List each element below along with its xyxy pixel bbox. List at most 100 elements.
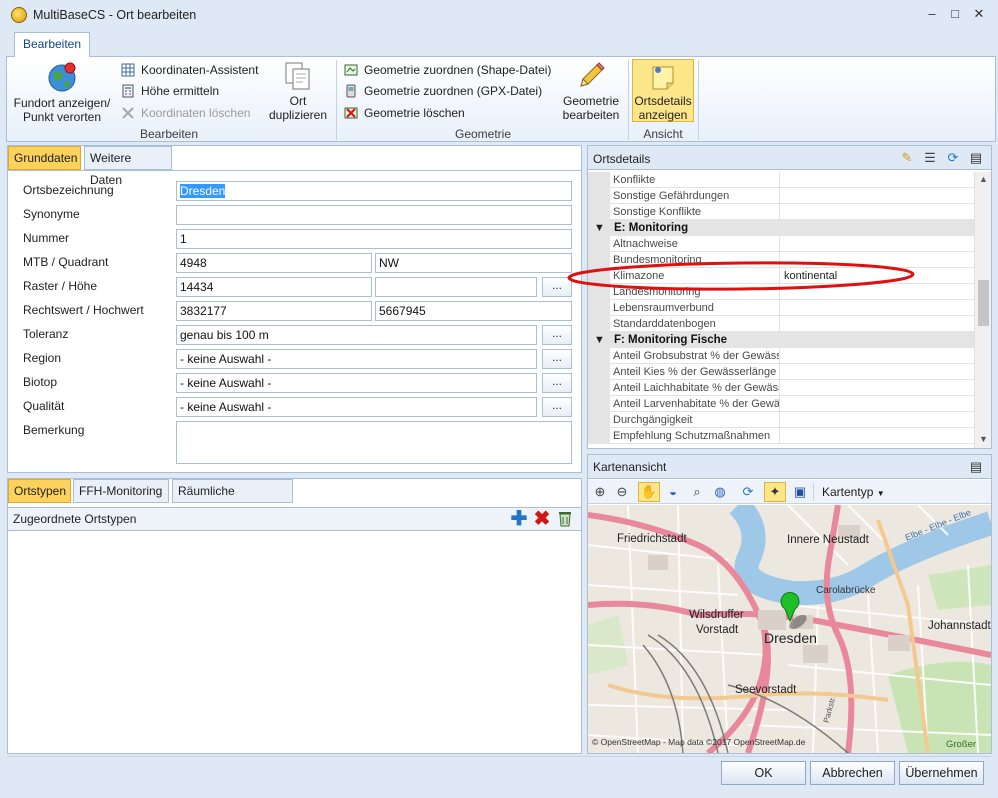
tab-weitere-daten[interactable]: Weitere Daten xyxy=(84,146,172,187)
scroll-up-icon[interactable]: ▲ xyxy=(979,174,988,184)
minimize-button[interactable]: – xyxy=(924,6,940,22)
zoom-extent-icon[interactable]: ◒ xyxy=(664,483,682,501)
property-row[interactable]: Anteil Laichhabitate % der Gewässe xyxy=(588,380,974,396)
property-name: Konflikte xyxy=(610,172,780,188)
refresh-icon[interactable]: ⟳ xyxy=(944,149,962,167)
uebernehmen-button[interactable]: Übernehmen xyxy=(899,761,984,785)
property-value[interactable] xyxy=(780,364,974,380)
raster-field[interactable]: 14434 xyxy=(176,277,372,297)
nummer-field[interactable]: 1 xyxy=(176,229,572,249)
property-row[interactable]: Sonstige Gefährdungen xyxy=(588,188,974,204)
geometrie-bearbeiten-button[interactable]: Geometrie bearbeiten xyxy=(558,60,624,122)
tab-raeumliche-einheiten[interactable]: Räumliche Einheiten xyxy=(172,479,293,520)
property-row[interactable]: Standarddatenbogen xyxy=(588,316,974,332)
row-gutter xyxy=(588,412,610,428)
property-category[interactable]: F: Monitoring Fische ▼ xyxy=(588,332,974,348)
globe-view-icon[interactable]: ◍ xyxy=(711,483,729,501)
property-value[interactable] xyxy=(780,172,974,188)
property-value[interactable] xyxy=(780,348,974,364)
region-browse-button[interactable]: ... xyxy=(542,349,572,369)
edit-pencil-icon[interactable]: ✎ xyxy=(898,149,916,167)
list-document-icon[interactable]: ☰ xyxy=(921,149,939,167)
property-row[interactable]: Durchgängigkeit xyxy=(588,412,974,428)
expand-toggle-icon[interactable]: ▼ xyxy=(594,332,605,348)
ok-button[interactable]: OK xyxy=(721,761,806,785)
tab-bearbeiten[interactable]: Bearbeiten xyxy=(14,32,90,57)
ortsbezeichnung-field[interactable]: Dresden xyxy=(176,181,572,201)
zoom-in-icon[interactable]: ⊕ xyxy=(591,483,609,501)
property-grid-scrollbar[interactable]: ▲ ▼ xyxy=(974,172,991,448)
qualitaet-browse-button[interactable]: ... xyxy=(542,397,572,417)
save-map-icon[interactable]: ▣ xyxy=(791,483,809,501)
property-row[interactable]: Sonstige Konflikte xyxy=(588,204,974,220)
toleranz-browse-button[interactable]: ... xyxy=(542,325,572,345)
property-value[interactable] xyxy=(780,188,974,204)
property-value[interactable] xyxy=(780,412,974,428)
rechtswert-field[interactable]: 3832177 xyxy=(176,301,372,321)
biotop-browse-button[interactable]: ... xyxy=(542,373,572,393)
tab-ortstypen[interactable]: Ortstypen xyxy=(8,479,71,503)
toleranz-field[interactable]: genau bis 100 m xyxy=(176,325,537,345)
property-value[interactable] xyxy=(780,428,974,444)
geometrie-gpx-button[interactable]: Geometrie zuordnen (GPX-Datei) xyxy=(342,82,542,100)
tab-grunddaten[interactable]: Grunddaten xyxy=(8,146,81,170)
qualitaet-field[interactable]: - keine Auswahl - xyxy=(176,397,537,417)
mtb-field[interactable]: 4948 xyxy=(176,253,372,273)
property-value[interactable] xyxy=(780,236,974,252)
hochwert-field[interactable]: 5667945 xyxy=(375,301,572,321)
zoom-out-icon[interactable]: ⊖ xyxy=(613,483,631,501)
property-value[interactable] xyxy=(780,316,974,332)
property-row[interactable]: Konflikte xyxy=(588,172,974,188)
select-point-icon[interactable]: ✦ xyxy=(764,482,786,502)
grid-icon xyxy=(121,63,135,77)
map-view[interactable]: Friedrichstadt Innere Neustadt Carolabrü… xyxy=(588,505,991,753)
property-row[interactable]: Anteil Grobsubstrat % der Gewässer xyxy=(588,348,974,364)
kartentyp-dropdown[interactable]: Kartentyp ▼ xyxy=(822,485,885,499)
panel-menu-icon[interactable]: ▤ xyxy=(967,458,985,476)
property-value[interactable] xyxy=(780,380,974,396)
abbrechen-button[interactable]: Abbrechen xyxy=(810,761,895,785)
close-button[interactable]: ✕ xyxy=(971,6,987,22)
geometrie-loeschen-button[interactable]: Geometrie löschen xyxy=(342,104,465,122)
ortsdetails-title: Ortsdetails xyxy=(593,152,651,166)
clear-icon[interactable] xyxy=(557,510,573,527)
property-value[interactable] xyxy=(780,204,974,220)
add-icon[interactable]: ✚ xyxy=(510,509,528,529)
scroll-down-icon[interactable]: ▼ xyxy=(979,434,988,444)
maximize-button[interactable]: □ xyxy=(947,6,963,22)
property-row[interactable]: Empfehlung Schutzmaßnahmen xyxy=(588,428,974,444)
hoehe-field[interactable] xyxy=(375,277,537,297)
property-row[interactable]: Anteil Larvenhabitate % der Gewäss xyxy=(588,396,974,412)
property-category[interactable]: E: Monitoring ▼ xyxy=(588,220,974,236)
property-row[interactable]: Altnachweise xyxy=(588,236,974,252)
panel-menu-icon[interactable]: ▤ xyxy=(967,149,985,167)
region-field[interactable]: - keine Auswahl - xyxy=(176,349,537,369)
label-nummer: Nummer xyxy=(23,231,70,245)
koordinaten-loeschen-button[interactable]: Koordinaten löschen xyxy=(119,104,250,122)
property-row[interactable]: Anteil Kies % der Gewässerlänge xyxy=(588,364,974,380)
bemerkung-textarea[interactable] xyxy=(176,421,572,464)
refresh-map-icon[interactable]: ⟳ xyxy=(739,483,757,501)
pan-hand-icon[interactable]: ✋ xyxy=(638,482,660,502)
expand-toggle-icon[interactable]: ▼ xyxy=(594,220,605,236)
koordinaten-assistent-button[interactable]: Koordinaten-Assistent xyxy=(119,61,258,79)
property-grid[interactable]: Konflikte Sonstige Gefährdungen Sonstige K… xyxy=(588,172,974,448)
synonyme-field[interactable] xyxy=(176,205,572,225)
label-bemerkung: Bemerkung xyxy=(23,423,85,437)
scrollbar-thumb[interactable] xyxy=(978,280,989,326)
property-value[interactable] xyxy=(780,300,974,316)
property-row[interactable]: Lebensraumverbund xyxy=(588,300,974,316)
ortsdetails-anzeigen-button[interactable]: Ortsdetails anzeigen xyxy=(632,59,694,122)
koordinaten-loeschen-label: Koordinaten löschen xyxy=(141,106,251,120)
delete-icon[interactable]: ✖ xyxy=(533,509,551,529)
property-value[interactable] xyxy=(780,396,974,412)
ort-duplizieren-button[interactable]: Ort duplizieren xyxy=(264,60,332,122)
geometrie-shape-button[interactable]: Geometrie zuordnen (Shape-Datei) xyxy=(342,61,551,79)
row-gutter xyxy=(588,236,610,252)
tab-ffh-monitoring[interactable]: FFH-Monitoring xyxy=(73,479,169,503)
zoom-window-icon[interactable]: ⌕ xyxy=(688,483,706,501)
quadrant-field[interactable]: NW xyxy=(375,253,572,273)
fundort-anzeigen-button[interactable]: Fundort anzeigen/ Punkt verorten xyxy=(8,60,116,124)
hoehe-ermitteln-button[interactable]: Höhe ermitteln xyxy=(119,82,219,100)
biotop-field[interactable]: - keine Auswahl - xyxy=(176,373,537,393)
